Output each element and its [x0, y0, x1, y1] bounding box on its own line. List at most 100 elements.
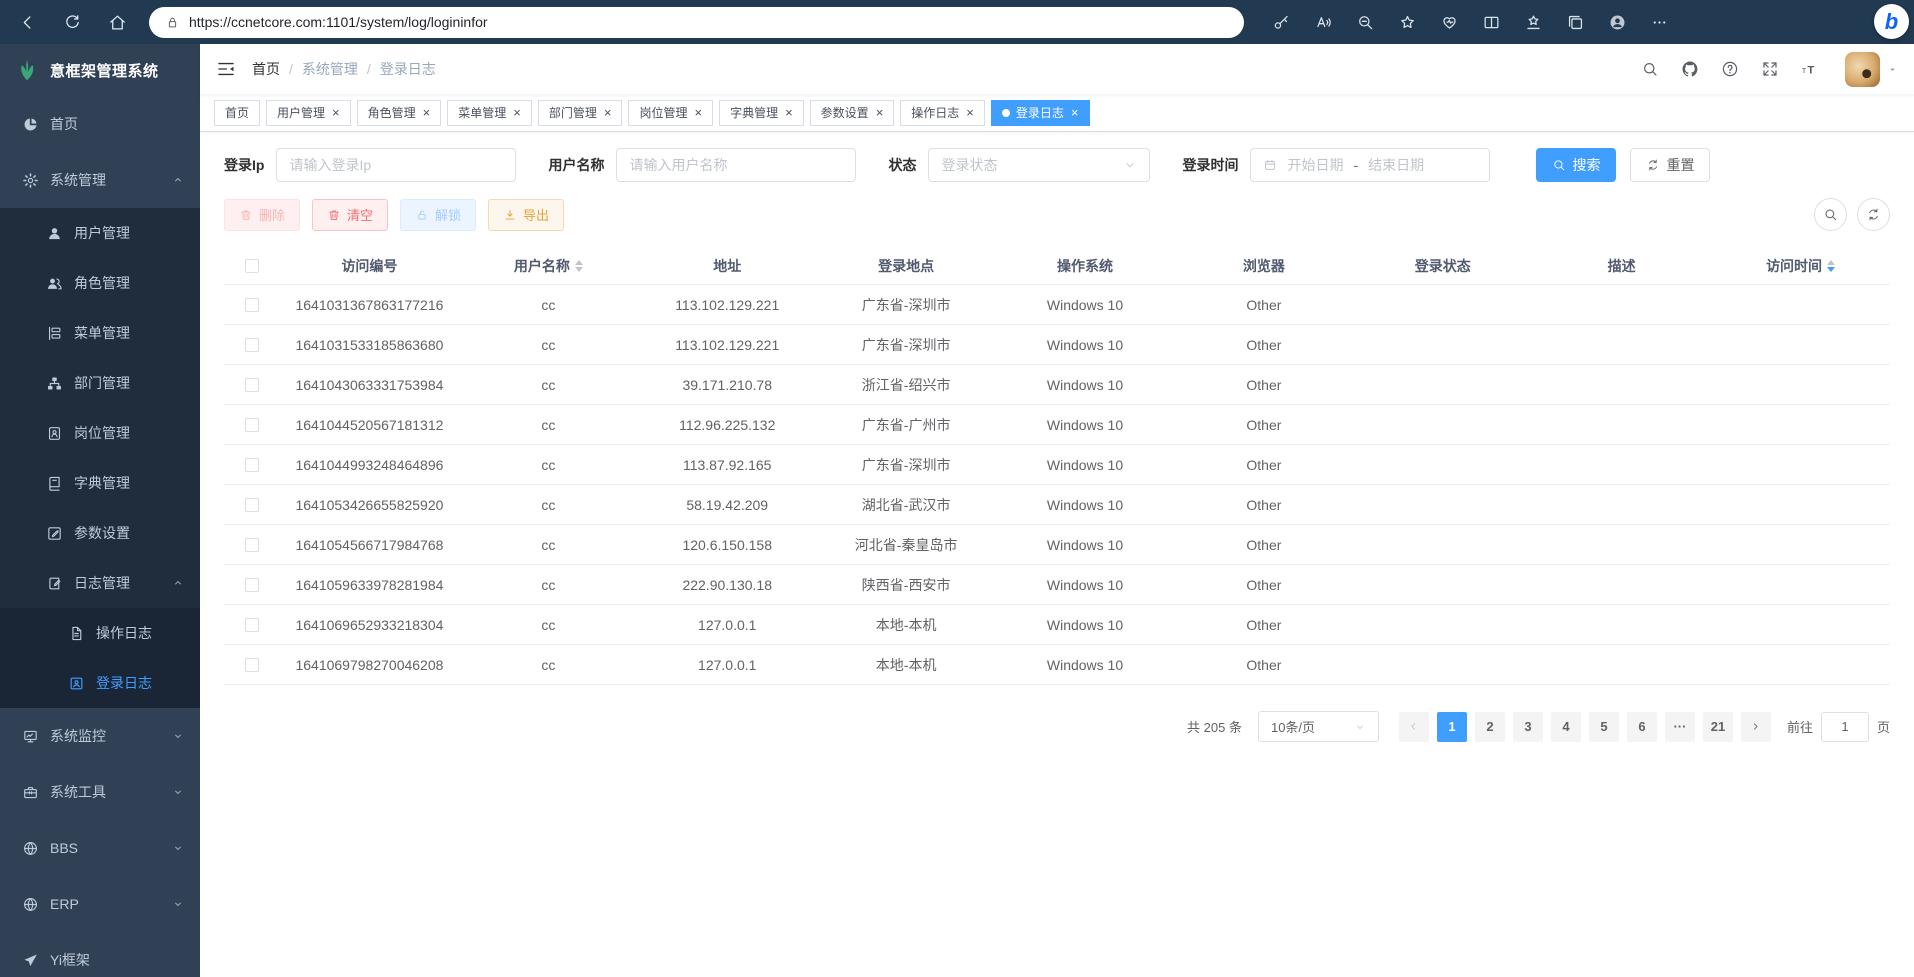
column-header[interactable]: 访问时间 [1711, 256, 1890, 276]
split-screen-icon[interactable] [1482, 13, 1501, 32]
page-button-3[interactable]: 3 [1513, 712, 1543, 742]
prev-page-button[interactable] [1399, 712, 1429, 742]
sidebar-item-dict[interactable]: 字典管理 [0, 458, 200, 508]
breadcrumb-item[interactable]: 首页 [252, 59, 280, 79]
delete-button[interactable]: 删除 [224, 199, 300, 231]
page-button-1[interactable]: 1 [1437, 712, 1467, 742]
sidebar-item-user[interactable]: 用户管理 [0, 208, 200, 258]
read-aloud-icon[interactable] [1314, 13, 1333, 32]
sidebar-toggle-icon[interactable] [216, 59, 236, 79]
help-icon[interactable] [1721, 60, 1739, 78]
github-icon[interactable] [1681, 60, 1699, 78]
search-button[interactable]: 搜索 [1536, 148, 1616, 182]
row-checkbox[interactable] [245, 498, 259, 512]
sidebar-item-home[interactable]: 首页 [0, 96, 200, 152]
login-ip-input[interactable] [276, 148, 516, 182]
more-pages-button[interactable]: ··· [1665, 712, 1695, 742]
app-logo[interactable]: 意框架管理系统 [0, 44, 200, 96]
tab-post[interactable]: 岗位管理× [628, 100, 713, 126]
column-header[interactable]: 用户名称 [459, 256, 638, 276]
tab-dept[interactable]: 部门管理× [538, 100, 623, 126]
sort-caret-icon[interactable] [1827, 260, 1835, 272]
page-button-6[interactable]: 6 [1627, 712, 1657, 742]
tab-dict[interactable]: 字典管理× [719, 100, 804, 126]
status-select[interactable]: 登录状态 [928, 148, 1150, 182]
row-checkbox[interactable] [245, 538, 259, 552]
sidebar-item-yi[interactable]: Yi框架 [0, 932, 200, 977]
sidebar-item-log[interactable]: 日志管理 [0, 558, 200, 608]
address-bar[interactable]: https://ccnetcore.com:1101/system/log/lo… [149, 7, 1244, 38]
favorites-bar-icon[interactable] [1524, 13, 1543, 32]
tab-role[interactable]: 角色管理× [357, 100, 442, 126]
zoom-out-icon[interactable] [1356, 13, 1375, 32]
tab-close-icon[interactable]: × [513, 106, 521, 119]
sidebar-item-bbs[interactable]: BBS [0, 820, 200, 876]
clear-button[interactable]: 清空 [312, 199, 388, 231]
tab-close-icon[interactable]: × [966, 106, 974, 119]
sidebar-item-tools[interactable]: 系统工具 [0, 764, 200, 820]
tab-close-icon[interactable]: × [604, 106, 612, 119]
password-icon[interactable] [1272, 13, 1291, 32]
sidebar-item-param[interactable]: 参数设置 [0, 508, 200, 558]
fullscreen-icon[interactable] [1761, 60, 1779, 78]
row-checkbox[interactable] [245, 618, 259, 632]
tab-close-icon[interactable]: × [423, 106, 431, 119]
goto-page-input[interactable] [1821, 712, 1869, 742]
row-checkbox[interactable] [245, 338, 259, 352]
page-button-21[interactable]: 21 [1703, 712, 1733, 742]
select-all-checkbox[interactable] [245, 259, 259, 273]
reset-button[interactable]: 重置 [1630, 148, 1710, 182]
sidebar-item-menu[interactable]: 菜单管理 [0, 308, 200, 358]
user-menu[interactable] [1845, 52, 1898, 87]
tab-close-icon[interactable]: × [876, 106, 884, 119]
sidebar-item-erp[interactable]: ERP [0, 876, 200, 932]
row-checkbox[interactable] [245, 418, 259, 432]
tab-close-icon[interactable]: × [1071, 106, 1079, 119]
menu-item-label: BBS [50, 840, 78, 856]
font-size-icon[interactable]: TT [1801, 60, 1819, 78]
tab-loginlog[interactable]: 登录日志× [991, 100, 1090, 126]
tab-param[interactable]: 参数设置× [810, 100, 895, 126]
export-button[interactable]: 导出 [488, 199, 564, 231]
unlock-button[interactable]: 解锁 [400, 199, 476, 231]
row-checkbox[interactable] [245, 458, 259, 472]
row-checkbox[interactable] [245, 658, 259, 672]
sidebar-item-post[interactable]: 岗位管理 [0, 408, 200, 458]
page-button-4[interactable]: 4 [1551, 712, 1581, 742]
tab-menu[interactable]: 菜单管理× [447, 100, 532, 126]
tab-home[interactable]: 首页 [214, 100, 260, 126]
page-size-select[interactable]: 10条/页 [1258, 711, 1379, 742]
tab-close-icon[interactable]: × [332, 106, 340, 119]
sidebar-item-loginlog[interactable]: 登录日志 [0, 658, 200, 708]
sidebar-item-role[interactable]: 角色管理 [0, 258, 200, 308]
header-search-icon[interactable] [1641, 60, 1659, 78]
back-icon[interactable] [18, 13, 37, 32]
collections-icon[interactable] [1566, 13, 1585, 32]
refresh-table-button[interactable] [1857, 198, 1890, 231]
sidebar-item-oplog[interactable]: 操作日志 [0, 608, 200, 658]
browser-settings-icon[interactable] [1650, 13, 1669, 32]
sort-caret-icon[interactable] [575, 260, 583, 272]
row-checkbox[interactable] [245, 578, 259, 592]
sidebar-item-system[interactable]: 系统管理 [0, 152, 200, 208]
login-time-range[interactable]: 开始日期 - 结束日期 [1250, 148, 1490, 182]
user-name-input[interactable] [616, 148, 856, 182]
browser-essentials-icon[interactable] [1440, 13, 1459, 32]
row-checkbox[interactable] [245, 378, 259, 392]
toggle-search-button[interactable] [1814, 198, 1847, 231]
row-checkbox[interactable] [245, 298, 259, 312]
page-button-2[interactable]: 2 [1475, 712, 1505, 742]
sidebar-item-dept[interactable]: 部门管理 [0, 358, 200, 408]
tab-close-icon[interactable]: × [694, 106, 702, 119]
tab-close-icon[interactable]: × [785, 106, 793, 119]
reload-icon[interactable] [63, 13, 82, 32]
tab-oplog[interactable]: 操作日志× [900, 100, 985, 126]
home-icon[interactable] [108, 13, 127, 32]
browser-profile-icon[interactable] [1608, 13, 1627, 32]
page-button-5[interactable]: 5 [1589, 712, 1619, 742]
tab-user[interactable]: 用户管理× [266, 100, 351, 126]
bing-copilot-icon[interactable]: b [1874, 4, 1909, 39]
next-page-button[interactable] [1741, 712, 1771, 742]
sidebar-item-monitor[interactable]: 系统监控 [0, 708, 200, 764]
favorites-icon[interactable] [1398, 13, 1417, 32]
